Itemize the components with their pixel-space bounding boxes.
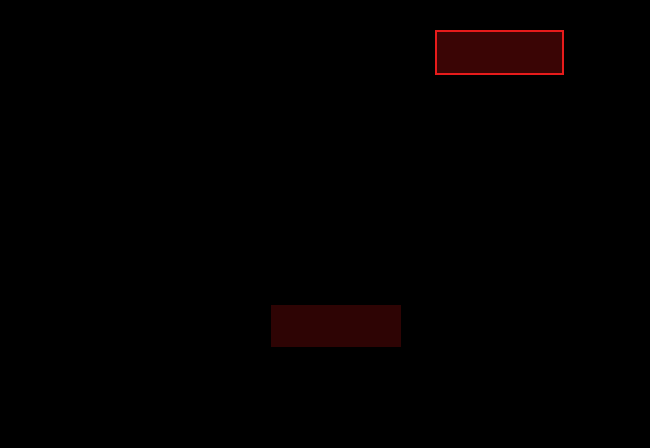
watermark-bottom	[271, 305, 401, 347]
watermark-top	[435, 30, 564, 75]
stock-chart-window	[0, 0, 650, 448]
